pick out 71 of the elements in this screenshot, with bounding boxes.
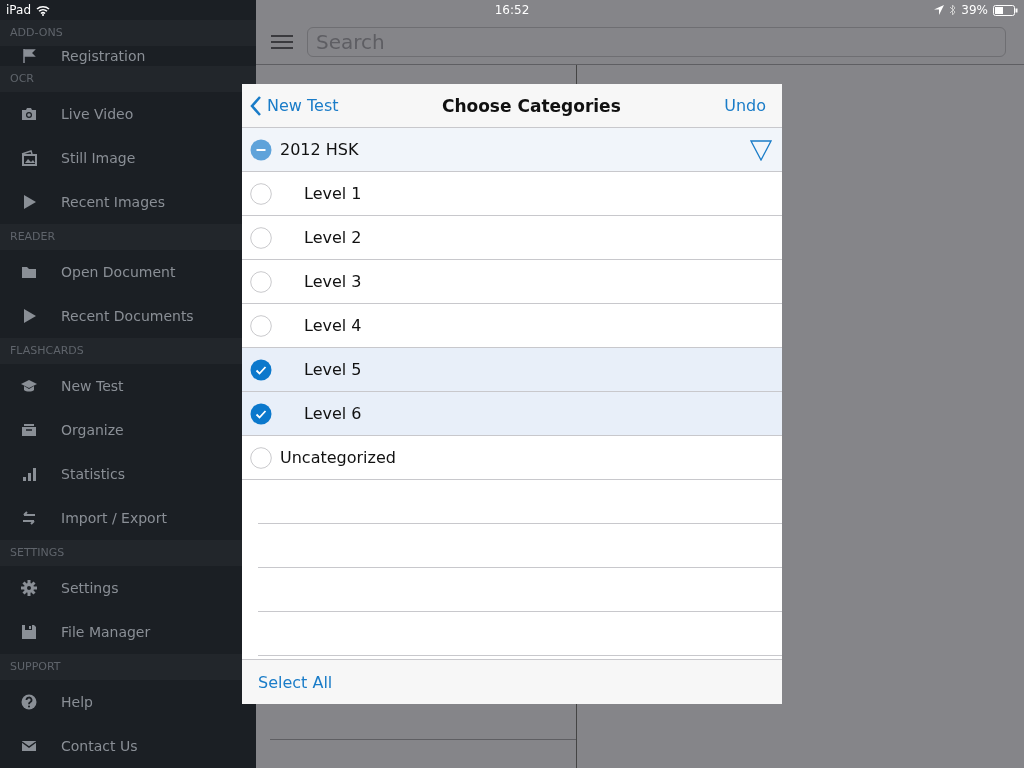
checkbox[interactable]: [250, 358, 272, 381]
sidebar-item-label: Registration: [61, 48, 146, 64]
category-label: Level 6: [304, 404, 362, 423]
arrows-icon: [21, 510, 37, 526]
category-label: Level 4: [304, 316, 362, 335]
section-header: ADD-ONS: [0, 20, 256, 46]
sidebar-item[interactable]: Import / Export: [0, 496, 256, 540]
play-icon: [21, 308, 37, 324]
sidebar-item-label: Live Video: [61, 106, 134, 122]
select-all-button[interactable]: Select All: [258, 672, 333, 692]
sidebar-item[interactable]: Registration: [0, 46, 256, 66]
category-label: Level 3: [304, 272, 362, 291]
clock: 16:52: [494, 3, 530, 17]
bar-chart-icon: [21, 466, 37, 482]
sidebar-item[interactable]: Settings: [0, 566, 256, 610]
sidebar-item-label: File Manager: [61, 624, 151, 640]
play-icon: [21, 194, 37, 210]
category-label: Level 5: [304, 360, 362, 379]
chevron-left-icon: [250, 95, 261, 116]
checkbox[interactable]: [250, 270, 272, 293]
category-row[interactable]: Level 3: [242, 260, 782, 304]
category-row[interactable]: Level 2: [242, 216, 782, 260]
battery-icon: [993, 4, 1018, 16]
sidebar-item-label: Organize: [61, 422, 124, 438]
popover-title: Choose Categories: [440, 95, 622, 116]
category-row[interactable]: 2012 HSK: [242, 128, 782, 172]
category-row[interactable]: Level 5: [242, 348, 782, 392]
device-name: iPad: [6, 3, 31, 17]
sidebar-item-label: New Test: [61, 378, 124, 394]
sidebar-item[interactable]: File Manager: [0, 610, 256, 654]
checkbox[interactable]: [250, 446, 272, 469]
category-row[interactable]: Level 6: [242, 392, 782, 436]
sidebar-item[interactable]: Help: [0, 680, 256, 724]
sidebar-item-label: Recent Images: [61, 194, 165, 210]
location-arrow-icon: [934, 5, 945, 15]
checkbox[interactable]: [250, 314, 272, 337]
sidebar-item-label: Still Image: [61, 150, 136, 166]
category-row[interactable]: Level 1: [242, 172, 782, 216]
sidebar-item-label: Recent Documents: [61, 308, 194, 324]
folder-icon: [21, 264, 37, 280]
sidebar-item-label: Contact Us: [61, 738, 138, 754]
camera-icon: [21, 106, 37, 122]
category-label: Uncategorized: [280, 448, 396, 467]
undo-button[interactable]: Undo: [724, 96, 766, 115]
category-label: Level 2: [304, 228, 362, 247]
sidebar-item-label: Open Document: [61, 264, 176, 280]
checkbox[interactable]: [250, 226, 272, 249]
wifi-icon: [36, 4, 50, 16]
sidebar-item-label: Import / Export: [61, 510, 167, 526]
sidebar-item-label: Settings: [61, 580, 119, 596]
help-icon: [21, 694, 37, 710]
checkbox[interactable]: [250, 182, 272, 205]
tray-icon: [21, 422, 37, 438]
battery-percent: 39%: [961, 3, 988, 17]
flag-icon: [21, 48, 37, 64]
sidebar-item-label: Help: [61, 694, 93, 710]
category-row[interactable]: Uncategorized: [242, 436, 782, 480]
gear-icon: [21, 580, 37, 596]
category-label: Level 1: [304, 184, 362, 203]
checkbox[interactable]: [250, 402, 272, 425]
menu-icon[interactable]: [271, 35, 293, 49]
category-label: 2012 HSK: [280, 140, 359, 159]
section-header: OCR: [0, 66, 256, 92]
bluetooth-icon: [949, 4, 957, 16]
disclosure-triangle-icon[interactable]: [750, 138, 772, 161]
checkbox[interactable]: [250, 138, 272, 161]
graduation-cap-icon: [21, 378, 37, 394]
sidebar-item[interactable]: Contact Us: [0, 724, 256, 768]
sidebar-item-label: Statistics: [61, 466, 125, 482]
picture-icon: [21, 150, 37, 166]
envelope-icon: [21, 738, 37, 754]
